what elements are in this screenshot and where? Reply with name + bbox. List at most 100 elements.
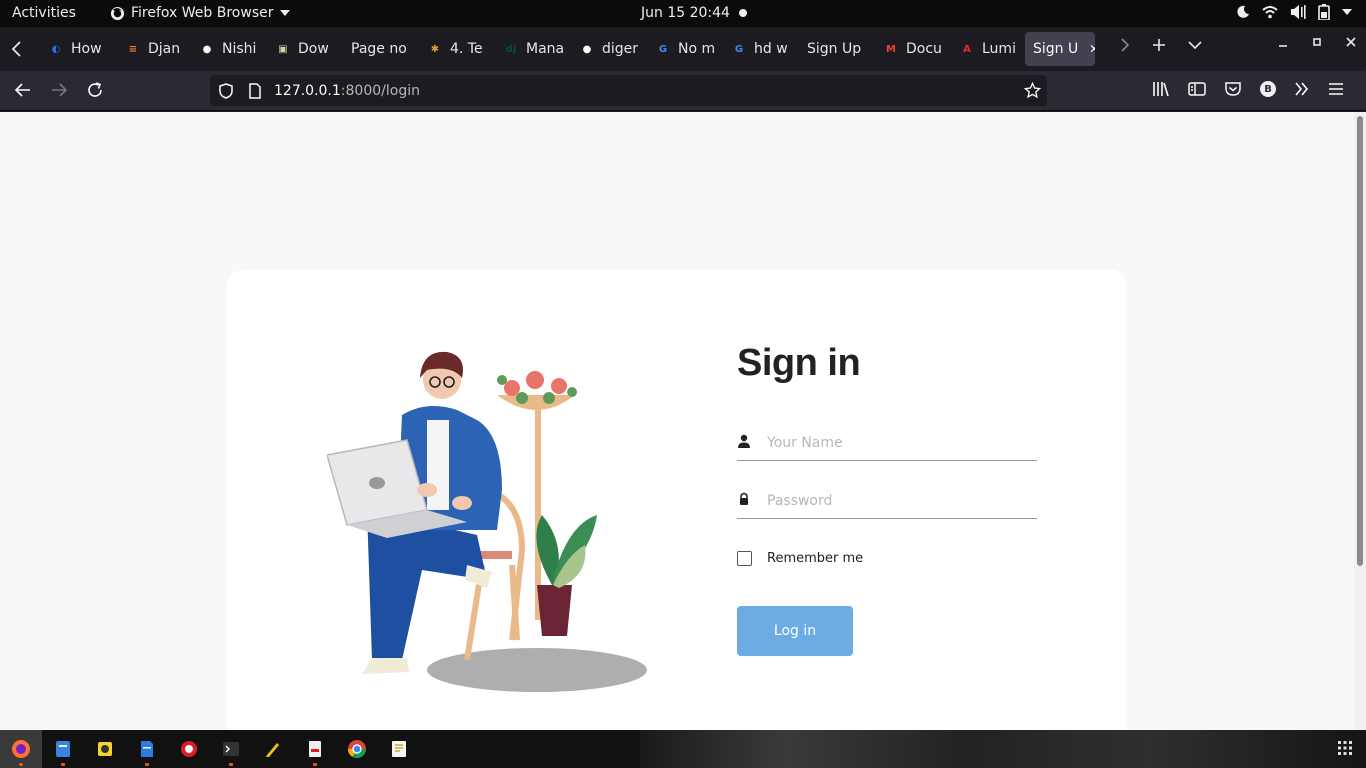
running-indicator [145, 763, 149, 766]
sidebar-icon[interactable] [1188, 81, 1206, 97]
activities-button[interactable]: Activities [12, 5, 76, 21]
login-card: Sign in Remember me Log in [227, 270, 1127, 730]
browser-tab[interactable]: Sign U ✕ [1025, 32, 1095, 66]
tab-strip: ◐ How ≡ Djan ● Nishi ▣ Dow Page no ✱ 4. Te dj Mana ● d… [0, 27, 1366, 71]
user-icon [738, 434, 750, 448]
github-icon: ● [582, 43, 592, 55]
shield-icon[interactable] [218, 82, 234, 99]
dock-app[interactable] [0, 730, 42, 768]
acrobat-icon: A [963, 43, 971, 55]
show-applications-icon[interactable] [1338, 741, 1352, 755]
firefox-small-icon [110, 6, 125, 20]
terminal-icon [223, 742, 239, 756]
toolbar-right: B [1152, 81, 1344, 97]
scrollbar-thumb[interactable] [1357, 116, 1363, 566]
browser-tab[interactable]: ◐ How [40, 32, 117, 66]
running-indicator [61, 763, 65, 766]
window-controls [1278, 37, 1356, 47]
close-tab-icon[interactable]: ✕ [1089, 42, 1095, 56]
url-text[interactable]: 127.0.0.1:8000/login [274, 83, 420, 99]
running-indicator [313, 763, 317, 766]
browser-tab[interactable]: Sign Up [799, 32, 875, 66]
scroll-tabs-right-icon[interactable] [1120, 37, 1130, 53]
page-scrollbar[interactable] [1354, 112, 1366, 730]
tab-label: No m [678, 41, 716, 57]
wifi-icon [1262, 6, 1278, 19]
forward-icon[interactable] [50, 81, 68, 99]
remember-me-checkbox[interactable] [737, 551, 752, 566]
tab-label: Lumi [982, 41, 1016, 57]
dock-app[interactable] [294, 730, 336, 768]
stack-overflow-icon: ≡ [128, 43, 138, 55]
browser-tab[interactable]: ● diger [571, 32, 647, 66]
browser-tab[interactable]: Ghd w [723, 32, 799, 66]
clock[interactable]: Jun 15 20:44 [641, 5, 730, 21]
dock-app[interactable] [42, 730, 84, 768]
blue-circle-icon: ◐ [51, 43, 61, 55]
browser-tab[interactable]: ▣ Dow [267, 32, 343, 66]
lock-icon [740, 492, 748, 505]
google-icon: G [734, 43, 744, 55]
tab-label: 4. Te [450, 41, 483, 57]
library-icon[interactable] [1152, 81, 1170, 97]
login-form: Sign in Remember me Log in [737, 342, 1037, 656]
dock-app[interactable] [336, 730, 378, 768]
name-field-group [737, 429, 1037, 461]
list-all-tabs-icon[interactable] [1188, 40, 1202, 50]
login-button[interactable]: Log in [737, 606, 853, 656]
browser-tab[interactable]: M Docu [875, 32, 951, 66]
browser-tab[interactable]: ● Nishi [191, 32, 267, 66]
close-window-icon[interactable] [1346, 37, 1356, 47]
power-menu-caret-icon [1342, 9, 1352, 15]
scroll-tabs-left-icon[interactable] [10, 40, 24, 58]
github-icon: ● [202, 43, 212, 55]
dock-app[interactable] [168, 730, 210, 768]
writer-icon [141, 741, 153, 757]
tab-label: Nishi [222, 41, 257, 57]
dock-app[interactable] [378, 730, 420, 768]
status-area[interactable] [1236, 4, 1352, 20]
password-input[interactable] [767, 489, 1027, 513]
dock [0, 730, 1366, 768]
dock-app[interactable] [252, 730, 294, 768]
minimize-icon[interactable] [1278, 37, 1288, 47]
gmail-icon: M [886, 43, 896, 55]
files-icon [56, 741, 70, 757]
browser-tab[interactable]: G No m [647, 32, 723, 66]
volume-icon [1291, 5, 1306, 19]
url-bar[interactable]: 127.0.0.1:8000/login [210, 75, 1047, 106]
help-icon [181, 741, 197, 757]
browser-tab[interactable]: dj Mana [495, 32, 571, 66]
remember-me-label[interactable]: Remember me [767, 551, 863, 566]
tab-label: Mana [526, 41, 565, 57]
remember-me-row: Remember me [737, 551, 1037, 566]
tab-label: Page no [351, 41, 407, 57]
tab-label: Sign Up [807, 41, 862, 57]
more-tools-icon[interactable] [1294, 82, 1310, 96]
wallpaper-strip [640, 730, 1366, 768]
page-info-icon[interactable] [248, 82, 262, 99]
back-icon[interactable] [14, 81, 32, 99]
app-menu[interactable]: Firefox Web Browser [110, 5, 290, 21]
person-with-laptop-illustration [327, 351, 647, 692]
name-input[interactable] [767, 431, 1027, 455]
chrome-icon [348, 740, 366, 759]
reload-icon[interactable] [86, 81, 104, 99]
browser-tab[interactable]: ≡ Djan [117, 32, 191, 66]
maximize-icon[interactable] [1312, 37, 1322, 47]
account-avatar[interactable]: B [1260, 81, 1276, 97]
browser-tab[interactable]: A Lumi [951, 32, 1025, 66]
dock-app[interactable] [210, 730, 252, 768]
bookmark-star-icon[interactable] [1024, 82, 1041, 99]
download-icon: ▣ [278, 43, 288, 55]
pocket-icon[interactable] [1224, 81, 1242, 97]
hamburger-menu-icon[interactable] [1328, 82, 1344, 96]
running-indicator [229, 763, 233, 766]
dock-app[interactable] [84, 730, 126, 768]
browser-tab[interactable]: Page no [343, 32, 419, 66]
text-editor-icon [392, 741, 406, 757]
new-tab-icon[interactable] [1152, 38, 1166, 52]
dock-app[interactable] [126, 730, 168, 768]
document-viewer-icon [309, 741, 321, 757]
browser-tab[interactable]: ✱ 4. Te [419, 32, 495, 66]
